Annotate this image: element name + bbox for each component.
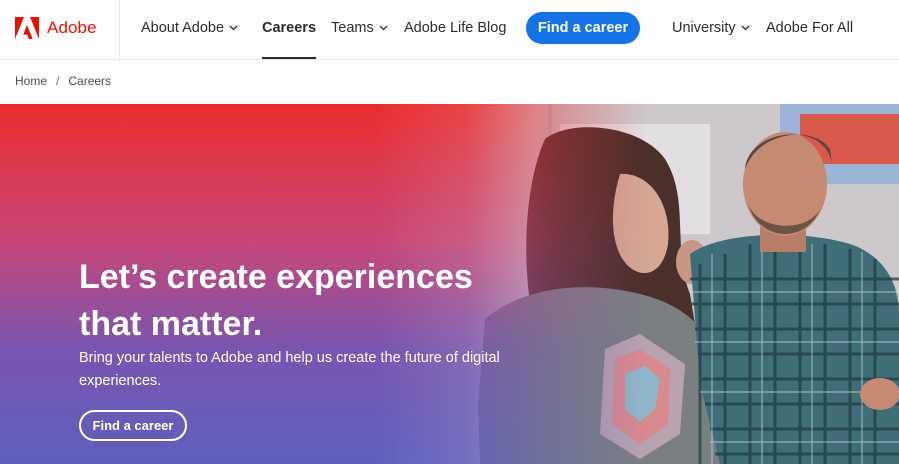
adobe-logo-icon: [15, 17, 39, 39]
breadcrumb-current: Careers: [68, 74, 112, 88]
chevron-down-icon: [741, 25, 750, 31]
top-navigation: Adobe About Adobe Careers Teams Adobe Li…: [0, 0, 899, 60]
nav-item-about-adobe[interactable]: About Adobe: [141, 0, 238, 59]
nav-item-university[interactable]: University: [672, 0, 750, 59]
breadcrumb-separator: /: [56, 74, 60, 88]
chevron-down-icon: [379, 25, 388, 31]
breadcrumb: Home / Careers: [15, 74, 111, 88]
hero-title: Let’s create experiences that matter.: [79, 258, 473, 343]
find-career-nav-button[interactable]: Find a career: [526, 12, 640, 44]
chevron-down-icon: [229, 25, 238, 31]
nav-item-label: Careers: [262, 20, 317, 36]
breadcrumb-home-link[interactable]: Home: [15, 74, 47, 88]
nav-item-label: About Adobe: [141, 20, 225, 36]
nav-item-label: Adobe For All: [766, 20, 854, 36]
hero-subtitle: Bring your talents to Adobe and help us …: [79, 350, 500, 389]
nav-item-adobe-life-blog[interactable]: Adobe Life Blog: [404, 0, 506, 59]
brand-name: Adobe: [47, 18, 97, 37]
hero-banner: Let’s create experiences that matter. Br…: [0, 104, 899, 464]
brand[interactable]: Adobe: [0, 0, 120, 59]
nav-item-teams[interactable]: Teams: [331, 0, 388, 59]
nav-item-label: Teams: [331, 20, 374, 36]
find-career-hero-button[interactable]: Find a career: [79, 410, 187, 441]
nav-item-label: Adobe Life Blog: [404, 20, 507, 36]
nav-item-adobe-for-all[interactable]: Adobe For All: [766, 0, 853, 59]
nav-item-label: University: [672, 20, 736, 36]
nav-item-careers[interactable]: Careers: [262, 0, 317, 59]
